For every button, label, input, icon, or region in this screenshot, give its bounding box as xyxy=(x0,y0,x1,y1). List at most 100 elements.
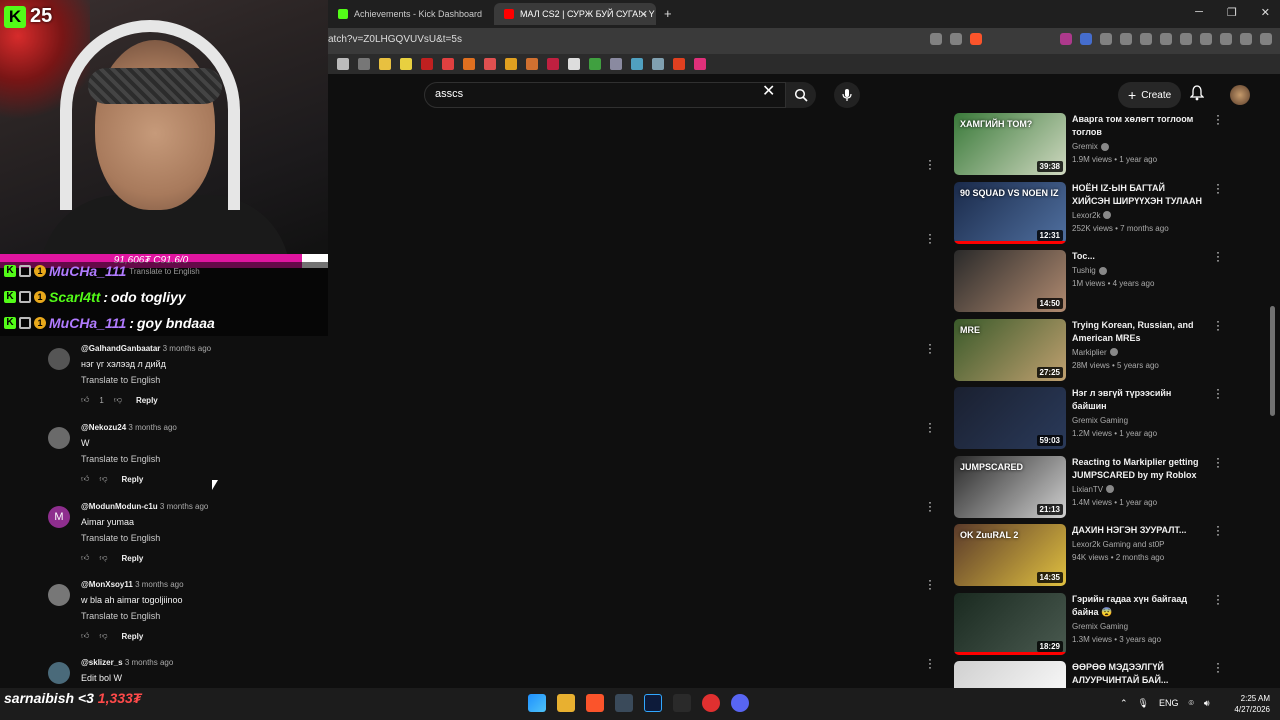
comment-time[interactable]: 3 months ago xyxy=(135,580,183,589)
bookmark-icon[interactable] xyxy=(673,58,685,70)
video-title[interactable]: Toc... xyxy=(1072,250,1204,263)
close-tab-icon[interactable]: ✕ xyxy=(639,8,648,21)
network-icon[interactable]: ⌾ xyxy=(1189,698,1194,709)
extension-icon[interactable] xyxy=(1080,33,1092,45)
bookmark-icon[interactable] xyxy=(631,58,643,70)
bookmark-icon[interactable] xyxy=(484,58,496,70)
recommended-video[interactable]: 14:50 Toc... Tushig 1M views • 4 years ago ·… xyxy=(954,246,1234,314)
like-icon[interactable]: 👍︎ xyxy=(81,631,89,641)
recommended-video[interactable]: MRE 27:25 Trying Korean, Russian, and Amer… xyxy=(954,315,1234,383)
video-title[interactable]: Аварга том хөлөгт тоглоом тоглов xyxy=(1072,113,1204,139)
more-options-icon[interactable]: · · · xyxy=(928,574,932,594)
search-button[interactable] xyxy=(786,82,816,108)
reply-button[interactable]: Reply xyxy=(136,396,158,405)
more-options-icon[interactable]: · · · xyxy=(1216,520,1220,540)
bookmark-icon[interactable] xyxy=(358,58,370,70)
screen-icon[interactable] xyxy=(930,33,942,45)
notifications-button[interactable] xyxy=(1189,85,1205,106)
video-title[interactable]: Trying Korean, Russian, and American MRE… xyxy=(1072,319,1204,345)
live-app-icon[interactable] xyxy=(673,694,691,712)
channel-name[interactable]: Lexor2k Gaming and st0P xyxy=(1072,540,1165,549)
app-icon[interactable] xyxy=(615,694,633,712)
comment-author[interactable]: @Nekozu24 xyxy=(81,423,126,432)
bookmark-icon[interactable] xyxy=(568,58,580,70)
close-window-icon[interactable]: ✕ xyxy=(1261,6,1270,19)
microphone-tray-icon[interactable]: 🎙︎ xyxy=(1138,698,1149,709)
recommended-video[interactable]: ХАМГИЙН ТОМ? 39:38 Аварга том хөлөгт тогло… xyxy=(954,109,1234,177)
voice-search-button[interactable] xyxy=(834,82,860,108)
address-bar[interactable]: atch?v=Z0LHGQVUVsU&t=5s xyxy=(328,28,1280,54)
create-button[interactable]: + Create xyxy=(1118,82,1182,108)
video-title[interactable]: ӨӨРӨӨ МЭДЭЭЛГҮЙ АЛУУРЧИНТАЙ БАЙ... xyxy=(1072,661,1204,687)
vpn-icon[interactable] xyxy=(1240,33,1252,45)
extension-icon[interactable] xyxy=(1160,33,1172,45)
video-title[interactable]: Гэрийн гадаа хүн байгаад байна 😨 xyxy=(1072,593,1204,619)
bookmark-icon[interactable] xyxy=(652,58,664,70)
more-options-icon[interactable]: · · · xyxy=(928,338,932,358)
more-options-icon[interactable]: · · · xyxy=(1216,109,1220,129)
comment-avatar[interactable]: M xyxy=(48,506,70,528)
bookmark-icon[interactable] xyxy=(610,58,622,70)
more-options-icon[interactable]: · · · xyxy=(1216,452,1220,472)
reply-button[interactable]: Reply xyxy=(122,475,144,484)
account-avatar[interactable] xyxy=(1230,85,1250,105)
more-options-icon[interactable]: · · · xyxy=(1216,589,1220,609)
bookmark-icon[interactable] xyxy=(337,58,349,70)
channel-name[interactable]: Lexor2k xyxy=(1072,211,1112,220)
comment-author[interactable]: @ModunModun-c1u xyxy=(81,502,158,511)
more-options-icon[interactable]: · · · xyxy=(1216,315,1220,335)
tab-youtube-video[interactable]: МАЛ CS2 | СУРЖ БУЙ СУГА! - Y ✕ xyxy=(494,3,656,25)
translate-link[interactable]: Translate to English xyxy=(81,375,160,385)
comment-author[interactable]: @sklizer_s xyxy=(81,658,123,667)
wallet-icon[interactable] xyxy=(1220,33,1232,45)
video-thumbnail[interactable]: OK ZuuRAL 2 14:35 xyxy=(954,524,1066,586)
reply-button[interactable]: Reply xyxy=(122,632,144,641)
bookmark-folder-icon[interactable] xyxy=(379,58,391,70)
comment-time[interactable]: 3 months ago xyxy=(163,344,211,353)
maximize-icon[interactable]: ❐ xyxy=(1227,6,1237,19)
brave-shield-icon[interactable] xyxy=(970,33,982,45)
clock[interactable]: 2:25 AM 4/27/2026 xyxy=(1228,693,1270,715)
more-options-icon[interactable]: · · · xyxy=(928,417,932,437)
brave-browser-icon[interactable] xyxy=(586,694,604,712)
comment-time[interactable]: 3 months ago xyxy=(160,502,208,511)
comment-author[interactable]: @MonXsoy11 xyxy=(81,580,133,589)
comment-time[interactable]: 3 months ago xyxy=(128,423,176,432)
translate-link[interactable]: Translate to English xyxy=(81,533,160,543)
recommended-video[interactable]: 90 SQUAD VS NOEN IZ 12:31 НОЁН IZ-ЫН БАГТА… xyxy=(954,178,1234,246)
share-icon[interactable] xyxy=(950,33,962,45)
dislike-icon[interactable]: 👎︎ xyxy=(99,553,107,563)
bookmark-icon[interactable] xyxy=(463,58,475,70)
bookmark-icon[interactable] xyxy=(589,58,601,70)
dislike-icon[interactable]: 👎︎ xyxy=(114,395,122,405)
video-thumbnail[interactable]: ХАМГИЙН ТОМ? 39:38 xyxy=(954,113,1066,175)
channel-name[interactable]: Tushig xyxy=(1072,266,1107,275)
channel-name[interactable]: Markiplier xyxy=(1072,348,1118,357)
comment-author[interactable]: @GalhandGanbaatar xyxy=(81,344,160,353)
video-thumbnail[interactable]: 90 SQUAD VS NOEN IZ 12:31 xyxy=(954,181,1066,244)
tab-kick-dashboard[interactable]: Achievements - Kick Dashboard xyxy=(328,3,494,25)
bookmark-icon[interactable] xyxy=(400,58,412,70)
more-options-icon[interactable]: · · · xyxy=(928,496,932,516)
comment-time[interactable]: 3 months ago xyxy=(125,658,173,667)
video-title[interactable]: ДАХИН НЭГЭН ЗУУРАЛТ... xyxy=(1072,524,1204,537)
photoshop-icon[interactable] xyxy=(644,694,662,712)
video-thumbnail[interactable]: MRE 27:25 xyxy=(954,318,1066,381)
comment-avatar[interactable] xyxy=(48,348,70,370)
more-options-icon[interactable]: · · · xyxy=(1216,178,1220,198)
like-icon[interactable]: 👍︎ xyxy=(81,474,89,484)
channel-name[interactable]: LixianTV xyxy=(1072,485,1115,494)
extension-icon[interactable] xyxy=(1120,33,1132,45)
sidebar-icon[interactable] xyxy=(1200,33,1212,45)
bookmark-icon[interactable] xyxy=(421,58,433,70)
translate-link[interactable]: Translate to English xyxy=(81,454,160,464)
more-options-icon[interactable]: · · · xyxy=(1216,246,1220,266)
more-options-icon[interactable]: · · · xyxy=(928,653,932,673)
video-thumbnail[interactable]: 18:29 xyxy=(954,592,1066,655)
new-tab-icon[interactable]: + xyxy=(664,6,672,21)
video-thumbnail[interactable]: 59:03 xyxy=(954,387,1066,449)
url-text[interactable]: atch?v=Z0LHGQVUVsU&t=5s xyxy=(328,34,462,45)
comment-avatar[interactable] xyxy=(48,662,70,684)
discord-icon[interactable] xyxy=(731,694,749,712)
bookmark-icon[interactable] xyxy=(547,58,559,70)
